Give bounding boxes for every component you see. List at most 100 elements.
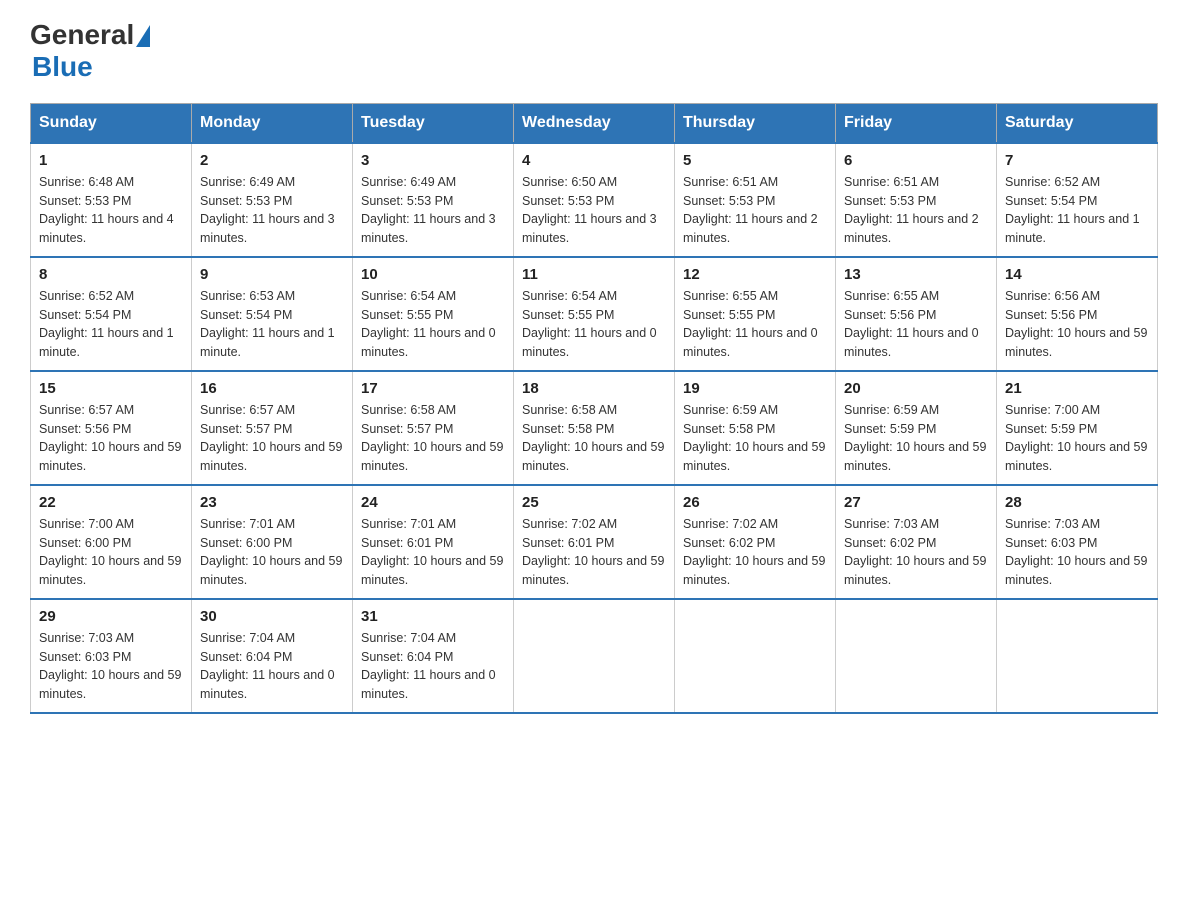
day-number: 30 [200, 608, 344, 625]
table-row: 19Sunrise: 6:59 AMSunset: 5:58 PMDayligh… [675, 371, 836, 485]
day-number: 1 [39, 152, 183, 169]
day-number: 9 [200, 266, 344, 283]
table-row: 14 Sunrise: 6:56 AMSunset: 5:56 PMDayligh… [997, 257, 1158, 371]
calendar-table: Sunday Monday Tuesday Wednesday Thursday… [30, 103, 1158, 714]
table-row: 4 Sunrise: 6:50 AMSunset: 5:53 PMDaylight… [514, 143, 675, 257]
table-row: 17 Sunrise: 6:58 AMSunset: 5:57 PMDayligh… [353, 371, 514, 485]
table-row: 30 Sunrise: 7:04 AMSunset: 6:04 PMDayligh… [192, 599, 353, 713]
day-info: Sunrise: 6:54 AMSunset: 5:55 PMDaylight:… [522, 287, 666, 362]
day-number: 6 [844, 152, 988, 169]
day-number: 7 [1005, 152, 1149, 169]
day-number: 10 [361, 266, 505, 283]
table-row: 31 Sunrise: 7:04 AMSunset: 6:04 PMDayligh… [353, 599, 514, 713]
day-info: Sunrise: 6:51 AMSunset: 5:53 PMDaylight:… [683, 173, 827, 248]
table-row: 10 Sunrise: 6:54 AMSunset: 5:55 PMDayligh… [353, 257, 514, 371]
day-info: Sunrise: 7:00 AMSunset: 6:00 PMDaylight:… [39, 515, 183, 590]
logo-text-general: General [30, 20, 134, 51]
calendar-week-row: 29 Sunrise: 7:03 AMSunset: 6:03 PMDayligh… [31, 599, 1158, 713]
day-number: 22 [39, 494, 183, 511]
table-row: 26 Sunrise: 7:02 AMSunset: 6:02 PMDayligh… [675, 485, 836, 599]
day-info: Sunrise: 6:57 AMSunset: 5:57 PMDaylight:… [200, 401, 344, 476]
logo-icon [136, 25, 150, 47]
table-row: 23 Sunrise: 7:01 AMSunset: 6:00 PMDayligh… [192, 485, 353, 599]
day-number: 31 [361, 608, 505, 625]
day-number: 14 [1005, 266, 1149, 283]
day-info: Sunrise: 6:53 AMSunset: 5:54 PMDaylight:… [200, 287, 344, 362]
day-info: Sunrise: 6:55 AMSunset: 5:56 PMDaylight:… [844, 287, 988, 362]
page-header: General Blue [30, 20, 1158, 83]
day-info: Sunrise: 7:03 AMSunset: 6:03 PMDaylight:… [39, 629, 183, 704]
day-number: 29 [39, 608, 183, 625]
day-info: Sunrise: 6:55 AMSunset: 5:55 PMDaylight:… [683, 287, 827, 362]
table-row: 8 Sunrise: 6:52 AMSunset: 5:54 PMDaylight… [31, 257, 192, 371]
day-info: Sunrise: 7:04 AMSunset: 6:04 PMDaylight:… [200, 629, 344, 704]
day-info: Sunrise: 7:02 AMSunset: 6:02 PMDaylight:… [683, 515, 827, 590]
day-number: 17 [361, 380, 505, 397]
day-number: 28 [1005, 494, 1149, 511]
header-monday: Monday [192, 103, 353, 143]
calendar-week-row: 15Sunrise: 6:57 AMSunset: 5:56 PMDayligh… [31, 371, 1158, 485]
day-number: 20 [844, 380, 988, 397]
day-number: 5 [683, 152, 827, 169]
day-info: Sunrise: 7:01 AMSunset: 6:00 PMDaylight:… [200, 515, 344, 590]
day-number: 26 [683, 494, 827, 511]
table-row: 12 Sunrise: 6:55 AMSunset: 5:55 PMDayligh… [675, 257, 836, 371]
table-row: 11Sunrise: 6:54 AMSunset: 5:55 PMDayligh… [514, 257, 675, 371]
table-row: 29 Sunrise: 7:03 AMSunset: 6:03 PMDayligh… [31, 599, 192, 713]
day-info: Sunrise: 6:51 AMSunset: 5:53 PMDaylight:… [844, 173, 988, 248]
day-info: Sunrise: 7:02 AMSunset: 6:01 PMDaylight:… [522, 515, 666, 590]
day-info: Sunrise: 6:54 AMSunset: 5:55 PMDaylight:… [361, 287, 505, 362]
table-row: 27 Sunrise: 7:03 AMSunset: 6:02 PMDayligh… [836, 485, 997, 599]
header-saturday: Saturday [997, 103, 1158, 143]
day-info: Sunrise: 6:59 AMSunset: 5:58 PMDaylight:… [683, 401, 827, 476]
day-info: Sunrise: 6:52 AMSunset: 5:54 PMDaylight:… [39, 287, 183, 362]
day-number: 13 [844, 266, 988, 283]
day-info: Sunrise: 6:59 AMSunset: 5:59 PMDaylight:… [844, 401, 988, 476]
day-info: Sunrise: 7:03 AMSunset: 6:02 PMDaylight:… [844, 515, 988, 590]
table-row: 2 Sunrise: 6:49 AMSunset: 5:53 PMDaylight… [192, 143, 353, 257]
table-row: 5 Sunrise: 6:51 AMSunset: 5:53 PMDaylight… [675, 143, 836, 257]
table-row: 24 Sunrise: 7:01 AMSunset: 6:01 PMDayligh… [353, 485, 514, 599]
day-info: Sunrise: 6:49 AMSunset: 5:53 PMDaylight:… [200, 173, 344, 248]
day-number: 21 [1005, 380, 1149, 397]
day-number: 15 [39, 380, 183, 397]
calendar-week-row: 22 Sunrise: 7:00 AMSunset: 6:00 PMDayligh… [31, 485, 1158, 599]
day-number: 24 [361, 494, 505, 511]
day-number: 2 [200, 152, 344, 169]
table-row: 3Sunrise: 6:49 AMSunset: 5:53 PMDaylight… [353, 143, 514, 257]
table-row: 16Sunrise: 6:57 AMSunset: 5:57 PMDayligh… [192, 371, 353, 485]
day-info: Sunrise: 7:01 AMSunset: 6:01 PMDaylight:… [361, 515, 505, 590]
table-row: 22 Sunrise: 7:00 AMSunset: 6:00 PMDayligh… [31, 485, 192, 599]
table-row: 21 Sunrise: 7:00 AMSunset: 5:59 PMDayligh… [997, 371, 1158, 485]
table-row: 1 Sunrise: 6:48 AMSunset: 5:53 PMDaylight… [31, 143, 192, 257]
day-info: Sunrise: 7:03 AMSunset: 6:03 PMDaylight:… [1005, 515, 1149, 590]
table-row: 18 Sunrise: 6:58 AMSunset: 5:58 PMDayligh… [514, 371, 675, 485]
day-info: Sunrise: 6:58 AMSunset: 5:57 PMDaylight:… [361, 401, 505, 476]
day-number: 4 [522, 152, 666, 169]
table-row: 20 Sunrise: 6:59 AMSunset: 5:59 PMDayligh… [836, 371, 997, 485]
logo: General Blue [30, 20, 150, 83]
day-number: 12 [683, 266, 827, 283]
header-tuesday: Tuesday [353, 103, 514, 143]
table-row: 28 Sunrise: 7:03 AMSunset: 6:03 PMDayligh… [997, 485, 1158, 599]
day-info: Sunrise: 7:04 AMSunset: 6:04 PMDaylight:… [361, 629, 505, 704]
header-friday: Friday [836, 103, 997, 143]
day-number: 18 [522, 380, 666, 397]
day-info: Sunrise: 6:52 AMSunset: 5:54 PMDaylight:… [1005, 173, 1149, 248]
table-row: 6 Sunrise: 6:51 AMSunset: 5:53 PMDaylight… [836, 143, 997, 257]
day-info: Sunrise: 6:50 AMSunset: 5:53 PMDaylight:… [522, 173, 666, 248]
day-number: 3 [361, 152, 505, 169]
table-row [675, 599, 836, 713]
day-number: 8 [39, 266, 183, 283]
calendar-week-row: 1 Sunrise: 6:48 AMSunset: 5:53 PMDaylight… [31, 143, 1158, 257]
day-info: Sunrise: 6:56 AMSunset: 5:56 PMDaylight:… [1005, 287, 1149, 362]
logo-text-blue: Blue [32, 51, 150, 83]
table-row [997, 599, 1158, 713]
day-info: Sunrise: 7:00 AMSunset: 5:59 PMDaylight:… [1005, 401, 1149, 476]
table-row [836, 599, 997, 713]
day-number: 27 [844, 494, 988, 511]
header-wednesday: Wednesday [514, 103, 675, 143]
day-number: 23 [200, 494, 344, 511]
day-info: Sunrise: 6:48 AMSunset: 5:53 PMDaylight:… [39, 173, 183, 248]
day-info: Sunrise: 6:58 AMSunset: 5:58 PMDaylight:… [522, 401, 666, 476]
